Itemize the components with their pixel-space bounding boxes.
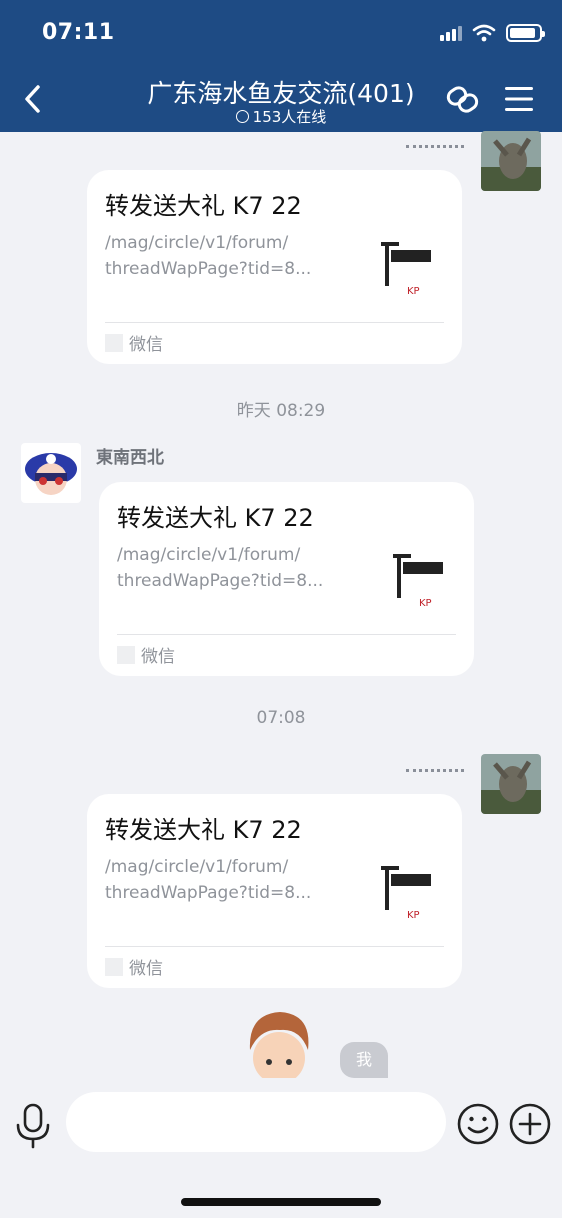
menu-icon[interactable] [505, 86, 533, 112]
card-source: 微信 [105, 330, 163, 355]
input-bar [0, 1078, 562, 1218]
card-desc-line: /mag/circle/v1/forum/ [117, 545, 301, 565]
card-divider [105, 322, 444, 323]
card-desc-line: /mag/circle/v1/forum/ [105, 857, 289, 877]
card-title: 转发送大礼 K7 22 [105, 816, 302, 844]
emoji-icon[interactable] [456, 1102, 500, 1146]
card-source-label: 微信 [141, 647, 175, 667]
wechat-icon [105, 333, 123, 352]
link-card[interactable]: 转发送大礼 K7 22 /mag/circle/v1/forum/ thread… [87, 170, 462, 364]
check-circle-icon [235, 110, 249, 123]
product-thumbnail: KP [381, 242, 431, 297]
status-time: 07:11 [42, 20, 115, 45]
link-share-icon[interactable] [444, 80, 482, 118]
card-source: 微信 [105, 954, 163, 979]
product-thumbnail: KP [393, 554, 443, 609]
signal-icon [440, 25, 462, 41]
home-indicator [181, 1198, 381, 1206]
card-desc-line: threadWapPage?tid=8... [105, 883, 312, 903]
card-divider [105, 946, 444, 947]
my-avatar[interactable] [481, 131, 541, 191]
status-icons [440, 24, 545, 42]
card-desc-line: threadWapPage?tid=8... [117, 571, 324, 591]
me-bubble[interactable]: 我 [340, 1042, 388, 1078]
character-avatar-icon[interactable] [242, 1006, 316, 1078]
link-card[interactable]: 转发送大礼 K7 22 /mag/circle/v1/forum/ thread… [87, 794, 462, 988]
card-description: /mag/circle/v1/forum/ threadWapPage?tid=… [105, 230, 325, 282]
card-desc-line: threadWapPage?tid=8... [105, 259, 312, 279]
svg-text:KP: KP [407, 910, 420, 921]
online-count-text: 153人在线 [252, 108, 327, 126]
svg-text:KP: KP [407, 286, 420, 297]
product-thumbnail: KP [381, 866, 431, 921]
my-avatar[interactable] [481, 754, 541, 814]
card-source-label: 微信 [129, 959, 163, 979]
sender-avatar[interactable] [21, 443, 81, 503]
card-divider [117, 634, 456, 635]
card-source: 微信 [117, 642, 175, 667]
card-description: /mag/circle/v1/forum/ threadWapPage?tid=… [117, 542, 337, 594]
card-title: 转发送大礼 K7 22 [117, 504, 314, 532]
navigation-bar: 07:11 广东海水鱼友交流(401) 153人在线 [0, 0, 562, 132]
card-desc-line: /mag/circle/v1/forum/ [105, 233, 289, 253]
sending-dots [406, 145, 464, 148]
plus-icon[interactable] [508, 1102, 552, 1146]
sender-name: 東南西北 [96, 448, 164, 468]
link-card[interactable]: 转发送大礼 K7 22 /mag/circle/v1/forum/ thread… [99, 482, 474, 676]
wechat-icon [105, 957, 123, 976]
card-description: /mag/circle/v1/forum/ threadWapPage?tid=… [105, 854, 325, 906]
svg-text:KP: KP [419, 598, 432, 609]
wechat-icon [117, 645, 135, 664]
battery-icon [506, 24, 545, 42]
card-title: 转发送大礼 K7 22 [105, 192, 302, 220]
sending-dots [406, 769, 464, 772]
card-source-label: 微信 [129, 335, 163, 355]
microphone-icon[interactable] [14, 1103, 52, 1149]
message-input[interactable] [66, 1092, 446, 1152]
wifi-icon [472, 24, 496, 42]
timestamp: 昨天 08:29 [236, 401, 326, 421]
timestamp: 07:08 [256, 708, 306, 728]
